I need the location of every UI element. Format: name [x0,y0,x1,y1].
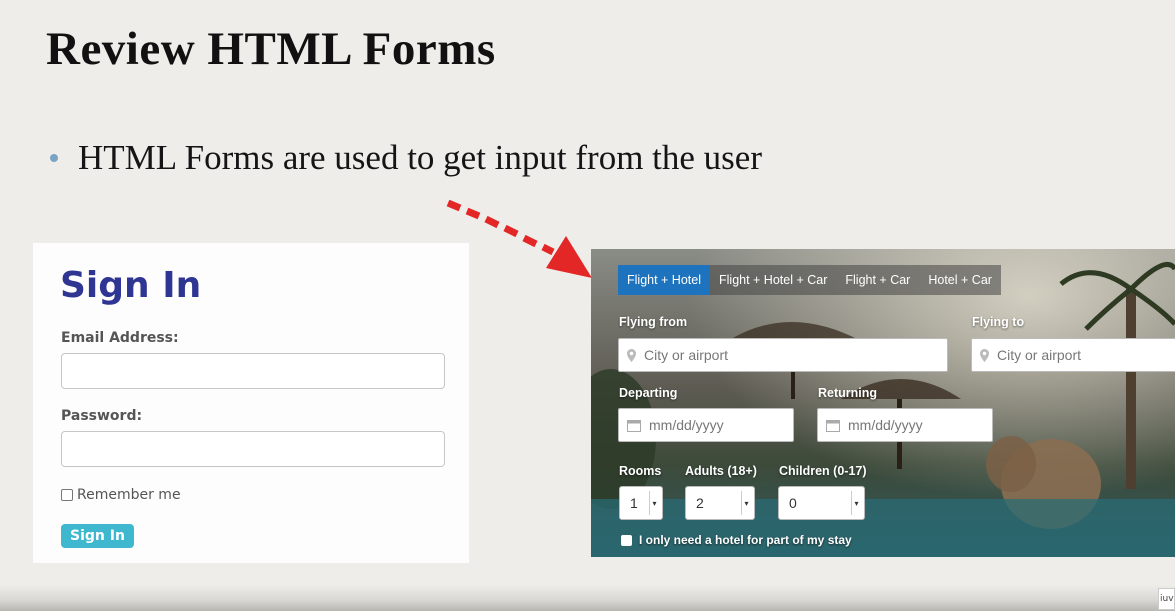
children-label: Children (0-17) [779,464,867,478]
returning-date-input[interactable]: mm/dd/yyyy [817,408,993,442]
flying-from-placeholder: City or airport [644,347,729,363]
departing-date-input[interactable]: mm/dd/yyyy [618,408,794,442]
returning-placeholder: mm/dd/yyyy [848,417,923,433]
email-input[interactable] [61,353,445,389]
partial-stay-checkbox[interactable] [621,534,632,546]
calendar-icon [826,419,840,432]
bullet-dot-icon [50,154,58,162]
location-pin-icon [980,348,989,362]
flying-from-input[interactable]: City or airport [618,338,948,372]
trip-type-tabs: Flight + Hotel Flight + Hotel + Car Flig… [618,265,1001,295]
bullet-item: HTML Forms are used to get input from th… [50,138,762,178]
calendar-icon [627,419,641,432]
signin-button[interactable]: Sign In [61,524,134,548]
adults-select[interactable]: 2 ▾ [685,486,755,520]
chevron-down-icon: ▾ [649,491,659,515]
travel-booking-form: Flight + Hotel Flight + Hotel + Car Flig… [591,249,1175,557]
chevron-down-icon: ▾ [851,491,861,515]
tab-flight-car[interactable]: Flight + Car [836,265,920,295]
location-pin-icon [627,348,636,362]
partial-stay-option[interactable]: I only need a hotel for part of my stay [621,533,852,547]
flying-to-placeholder: City or airport [997,347,1082,363]
remember-checkbox[interactable] [61,489,73,501]
tab-flight-hotel-car[interactable]: Flight + Hotel + Car [710,265,837,295]
children-value: 0 [789,495,797,511]
departing-label: Departing [619,386,678,400]
tab-flight-hotel[interactable]: Flight + Hotel [618,265,710,295]
email-label: Email Address: [61,330,179,346]
bullet-text: HTML Forms are used to get input from th… [78,138,762,177]
adults-value: 2 [696,495,704,511]
flying-to-input[interactable]: City or airport [971,338,1175,372]
returning-label: Returning [818,386,878,400]
remember-me[interactable]: Remember me [61,487,181,503]
chevron-down-icon: ▾ [741,491,751,515]
flying-from-label: Flying from [619,315,688,329]
tab-hotel-car[interactable]: Hotel + Car [919,265,1001,295]
corner-badge: iuv [1158,588,1175,610]
departing-placeholder: mm/dd/yyyy [649,417,724,433]
remember-label: Remember me [77,487,181,503]
password-label: Password: [61,408,143,424]
rooms-label: Rooms [619,464,662,478]
signin-form: Sign In Email Address: Password: Remembe… [33,243,469,563]
signin-title: Sign In [60,265,202,306]
slide-title: Review HTML Forms [46,23,496,75]
resort-background-image [591,262,1175,557]
password-input[interactable] [61,431,445,467]
rooms-value: 1 [630,495,638,511]
bottom-shadow [0,585,1175,611]
partial-stay-label: I only need a hotel for part of my stay [639,533,852,547]
children-select[interactable]: 0 ▾ [778,486,865,520]
flying-to-label: Flying to [972,315,1025,329]
adults-label: Adults (18+) [685,464,757,478]
rooms-select[interactable]: 1 ▾ [619,486,663,520]
